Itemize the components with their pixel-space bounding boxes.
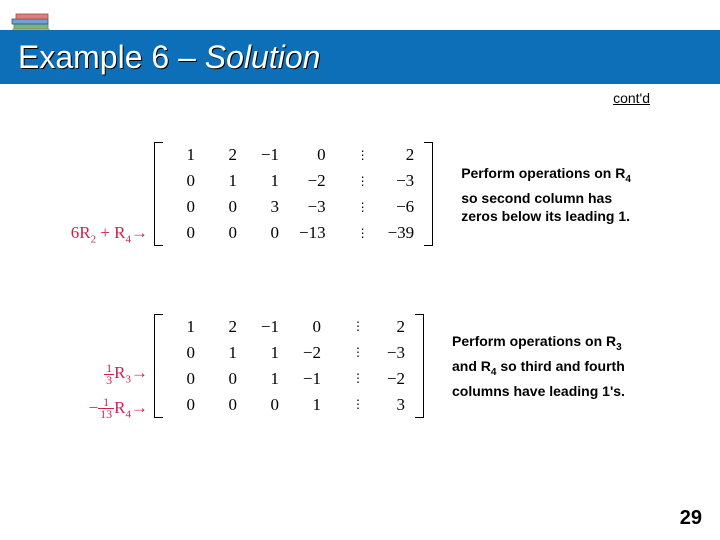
step-block-1: 6R2 + R4→ 12−10⋮2 011−2⋮−3 003−3⋮−6 000−… bbox=[60, 135, 680, 253]
matrix-1: 12−10⋮2 011−2⋮−3 003−3⋮−6 000−13⋮−39 bbox=[154, 142, 433, 246]
page-number: 29 bbox=[680, 507, 702, 530]
row-ops-2: 13R3→ −113R4→ bbox=[60, 303, 148, 428]
note-2: Perform operations on R3 and R4 so third… bbox=[452, 332, 627, 400]
slide-body: 6R2 + R4→ 12−10⋮2 011−2⋮−3 003−3⋮−6 000−… bbox=[60, 135, 680, 478]
title-suffix: Solution bbox=[205, 39, 321, 75]
note-1: Perform operations on R4 so second colum… bbox=[461, 164, 636, 225]
row-ops-1: 6R2 + R4→ bbox=[60, 135, 148, 253]
matrix-2: 12−10⋮2 011−2⋮−3 001−1⋮−2 0001⋮3 bbox=[154, 314, 424, 418]
step-block-2: 13R3→ −113R4→ 12−10⋮2 011−2⋮−3 001−1⋮−2 … bbox=[60, 303, 680, 428]
continued-label: cont'd bbox=[613, 90, 650, 106]
title-bar: Example 6 – Solution bbox=[0, 30, 720, 84]
slide-title: Example 6 – Solution bbox=[18, 39, 320, 76]
title-prefix: Example 6 – bbox=[18, 39, 205, 75]
